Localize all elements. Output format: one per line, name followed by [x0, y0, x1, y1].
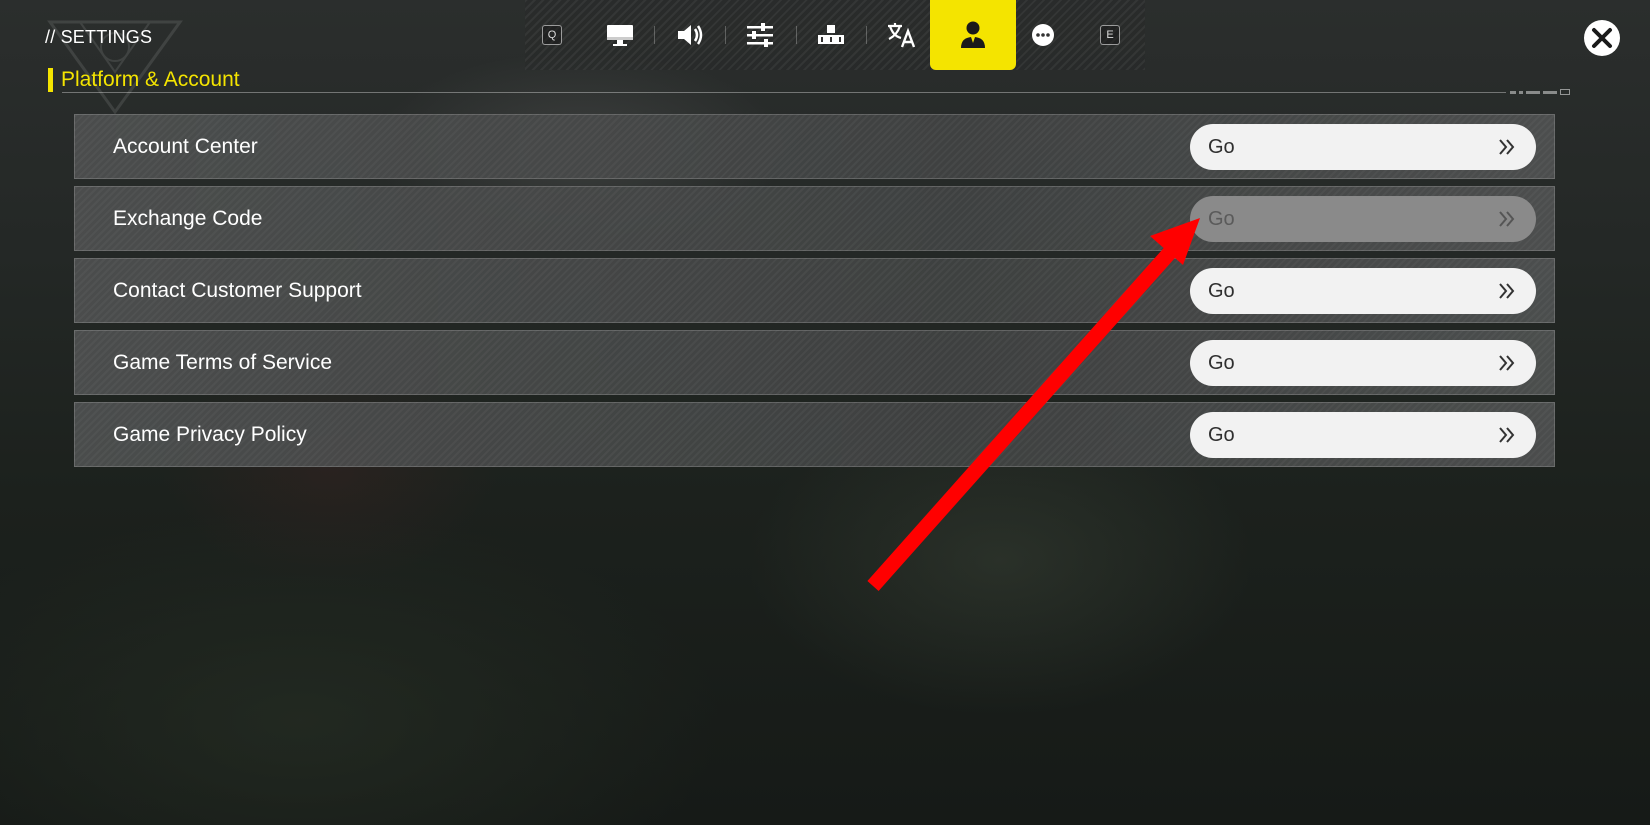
- page-title: // SETTINGS: [45, 27, 153, 47]
- account-center-go-button[interactable]: Go: [1190, 124, 1536, 170]
- list-item-privacy-policy: Game Privacy Policy Go: [74, 402, 1555, 467]
- go-button-label: Go: [1208, 135, 1235, 158]
- double-chevron-right-icon: [1499, 211, 1515, 227]
- list-item-account-center: Account Center Go: [74, 114, 1555, 179]
- row-label: Game Privacy Policy: [113, 423, 307, 446]
- row-label: Account Center: [113, 135, 258, 158]
- go-button-label: Go: [1208, 423, 1235, 446]
- list-item-contact-customer-support: Contact Customer Support Go: [74, 258, 1555, 323]
- divider-decoration: [1510, 89, 1570, 95]
- list-item-terms-of-service: Game Terms of Service Go: [74, 330, 1555, 395]
- go-button-label: Go: [1208, 351, 1235, 374]
- next-tab-key-hint[interactable]: E: [1100, 25, 1120, 45]
- speaker-icon: [678, 25, 703, 45]
- privacy-policy-go-button[interactable]: Go: [1190, 412, 1536, 458]
- monitor-icon: [607, 25, 633, 46]
- section-divider: [62, 92, 1506, 93]
- previous-tab-key-hint[interactable]: Q: [542, 25, 562, 45]
- double-chevron-right-icon: [1499, 355, 1515, 371]
- more-icon: [1032, 24, 1054, 46]
- close-button[interactable]: [1584, 20, 1620, 56]
- row-label: Game Terms of Service: [113, 351, 333, 374]
- contact-support-go-button[interactable]: Go: [1190, 268, 1536, 314]
- tab-other[interactable]: [1000, 0, 1086, 70]
- close-icon: [1592, 28, 1612, 48]
- account-icon: [961, 21, 985, 48]
- double-chevron-right-icon: [1499, 283, 1515, 299]
- terms-of-service-go-button[interactable]: Go: [1190, 340, 1536, 386]
- keyboard-icon: [818, 25, 844, 44]
- row-label: Exchange Code: [113, 207, 263, 230]
- section-title: Platform & Account: [48, 68, 240, 92]
- language-icon: [888, 23, 916, 48]
- sliders-icon: [747, 23, 773, 47]
- row-label: Contact Customer Support: [113, 279, 362, 302]
- double-chevron-right-icon: [1499, 427, 1515, 443]
- double-chevron-right-icon: [1499, 139, 1515, 155]
- go-button-label: Go: [1208, 207, 1235, 230]
- list-item-exchange-code: Exchange Code Go: [74, 186, 1555, 251]
- exchange-code-go-button[interactable]: Go: [1190, 196, 1536, 242]
- go-button-label: Go: [1208, 279, 1235, 302]
